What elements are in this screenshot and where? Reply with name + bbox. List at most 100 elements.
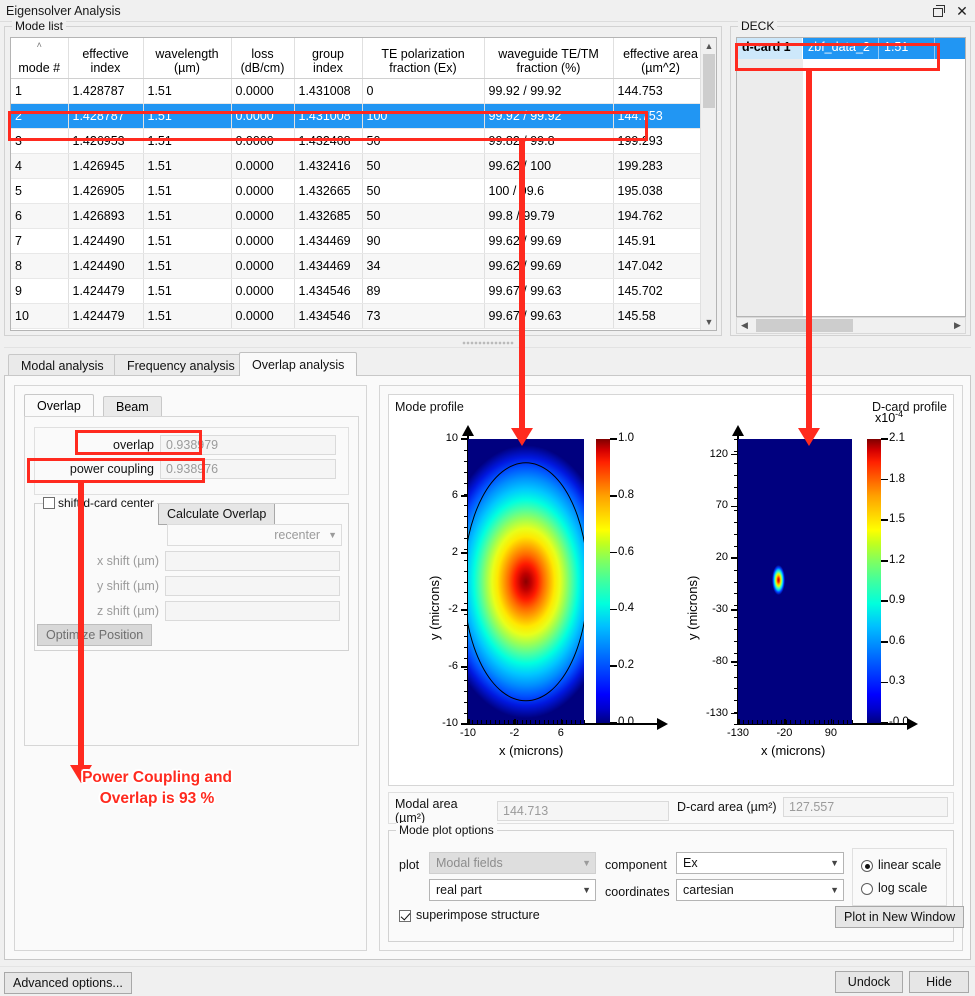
coordinates-dropdown[interactable]: cartesian ▼ (676, 879, 844, 901)
chevron-down-icon[interactable]: ▼ (701, 314, 717, 330)
restore-icon[interactable] (931, 4, 945, 18)
scrollbar-track[interactable] (752, 318, 950, 333)
chevron-right-icon[interactable]: ▶ (950, 320, 965, 331)
chevron-up-icon[interactable]: ▲ (701, 38, 717, 54)
axis-minor-tick (508, 720, 509, 724)
table-row[interactable]: 61.4268931.510.00001.4326855099.8 / 99.7… (11, 203, 708, 228)
axis-minor-tick (513, 720, 514, 724)
component-dropdown[interactable]: Ex ▼ (676, 852, 844, 874)
axis-minor-tick (464, 450, 468, 451)
shift-dcard-center-group: shift d-card center recenter ▼ x shift (… (34, 503, 349, 651)
mode-plot-options-group: Mode plot options plot Modal fields ▼ re… (388, 830, 954, 942)
table-cell: 1.51 (143, 178, 231, 203)
table-cell: 1.431008 (294, 103, 362, 128)
deck-title: DECK (738, 19, 777, 33)
window-titlebar: Eigensolver Analysis ✕ (0, 0, 975, 22)
table-row[interactable]: 41.4269451.510.00001.4324165099.62 / 100… (11, 153, 708, 178)
dcard-x-axis-title: x (microns) (761, 743, 825, 758)
z-shift-input[interactable] (165, 601, 340, 621)
undock-button[interactable]: Undock (835, 971, 903, 993)
axis-tick-label: 6 (541, 727, 581, 739)
axis-minor-tick (486, 720, 487, 724)
splitter-grip[interactable] (462, 341, 514, 345)
scale-options-box: linear scale log scale (852, 848, 947, 906)
axis-minor-tick (734, 641, 738, 642)
table-row[interactable]: 31.4269531.510.00001.4324085099.82 / 99.… (11, 128, 708, 153)
chevron-down-icon: ▼ (830, 885, 839, 895)
deck-wavelength: 1.51 (879, 38, 935, 59)
table-cell: 99.62 / 100 (484, 153, 613, 178)
plot-dropdown[interactable]: Modal fields ▼ (429, 852, 596, 874)
close-icon[interactable]: ✕ (955, 4, 969, 18)
deck-row[interactable]: d-card 1 zbf_data_2 1.51 (737, 38, 965, 59)
header-line-2: index (73, 61, 139, 75)
axis-minor-tick (790, 720, 791, 724)
axis-minor-tick (734, 605, 738, 606)
axis-minor-tick (464, 625, 468, 626)
axis-minor-tick (734, 677, 738, 678)
subtab-overlap[interactable]: Overlap (24, 394, 94, 416)
deck-horizontal-scrollbar[interactable]: ◀ ▶ (736, 317, 966, 334)
optimize-position-button[interactable]: Optimize Position (37, 624, 152, 646)
column-header-wavelength[interactable]: wavelength (µm) (143, 38, 231, 78)
table-cell: 1.432408 (294, 128, 362, 153)
mode-x-axis-title: x (microns) (499, 743, 563, 758)
plot-label: plot (399, 858, 419, 872)
axis-minor-tick (464, 549, 468, 550)
recenter-dropdown[interactable]: recenter ▼ (167, 524, 342, 546)
y-shift-label: y shift (µm) (35, 579, 165, 593)
panel-splitter[interactable] (4, 338, 971, 348)
table-cell: 145.702 (613, 278, 708, 303)
table-cell: 8 (11, 253, 68, 278)
table-row[interactable]: 81.4244901.510.00001.4344693499.62 / 99.… (11, 253, 708, 278)
table-row[interactable]: 91.4244791.510.00001.4345468999.67 / 99.… (11, 278, 708, 303)
table-cell: 1.434546 (294, 278, 362, 303)
table-row[interactable]: 101.4244791.510.00001.4345467399.67 / 99… (11, 303, 708, 328)
table-cell: 144.753 (613, 78, 708, 103)
y-shift-input[interactable] (165, 576, 340, 596)
chevron-left-icon[interactable]: ◀ (737, 320, 752, 331)
tab-modal-analysis[interactable]: Modal analysis (8, 354, 117, 376)
axis-tick-label: -80 (679, 655, 728, 667)
log-scale-radio[interactable] (861, 883, 873, 895)
column-header-te-polarization-fraction[interactable]: TE polarization fraction (Ex) (362, 38, 484, 78)
linear-scale-radio[interactable] (861, 860, 873, 872)
tab-overlap-analysis[interactable]: Overlap analysis (239, 352, 357, 376)
x-shift-input[interactable] (165, 551, 340, 571)
overlap-field-row: overlap 0.938979 (35, 435, 348, 455)
header-line-1: TE polarization (367, 47, 480, 61)
tab-frequency-analysis[interactable]: Frequency analysis (114, 354, 248, 376)
table-cell: 199.293 (613, 128, 708, 153)
table-cell: 99.67 / 99.63 (484, 303, 613, 328)
header-line-1: group (299, 47, 358, 61)
scrollbar-thumb[interactable] (703, 54, 715, 108)
column-header-waveguide-te-tm-fraction[interactable]: waveguide TE/TM fraction (%) (484, 38, 613, 78)
hide-button[interactable]: Hide (909, 971, 969, 993)
plot-in-new-window-button[interactable]: Plot in New Window (835, 906, 964, 928)
header-line-1: waveguide TE/TM (489, 47, 609, 61)
chevron-down-icon: ▼ (582, 858, 591, 868)
axis-minor-tick (553, 720, 554, 724)
column-header-group-index[interactable]: group index (294, 38, 362, 78)
axis-minor-tick (734, 570, 738, 571)
table-row[interactable]: 11.4287871.510.00001.431008099.92 / 99.9… (11, 78, 708, 103)
part-dropdown[interactable]: real part ▼ (429, 879, 596, 901)
table-row[interactable]: 21.4287871.510.00001.43100810099.92 / 99… (11, 103, 708, 128)
column-header-mode-number[interactable]: ˄ mode # (11, 38, 68, 78)
subtab-beam[interactable]: Beam (103, 396, 162, 416)
mode-list-vertical-scrollbar[interactable]: ▲ ▼ (700, 38, 716, 330)
advanced-options-button[interactable]: Advanced options... (4, 972, 132, 994)
axis-tick-label: -20 (764, 727, 804, 739)
recenter-value: recenter (274, 528, 320, 542)
column-header-effective-index[interactable]: effective index (68, 38, 143, 78)
table-row[interactable]: 51.4269051.510.00001.43266550100 / 99.61… (11, 178, 708, 203)
column-header-effective-area[interactable]: effective area (µm^2) (613, 38, 708, 78)
shift-dcard-center-checkbox[interactable] (43, 497, 55, 509)
column-header-loss[interactable]: loss (dB/cm) (231, 38, 294, 78)
deck-list[interactable]: d-card 1 zbf_data_2 1.51 (736, 37, 966, 317)
scrollbar-thumb[interactable] (756, 319, 853, 332)
mode-list-table-wrap[interactable]: ˄ mode # effective index wavelength (µm)… (10, 37, 717, 331)
table-row[interactable]: 71.4244901.510.00001.4344699099.62 / 99.… (11, 228, 708, 253)
table-cell: 195.038 (613, 178, 708, 203)
superimpose-structure-checkbox[interactable] (399, 910, 411, 922)
